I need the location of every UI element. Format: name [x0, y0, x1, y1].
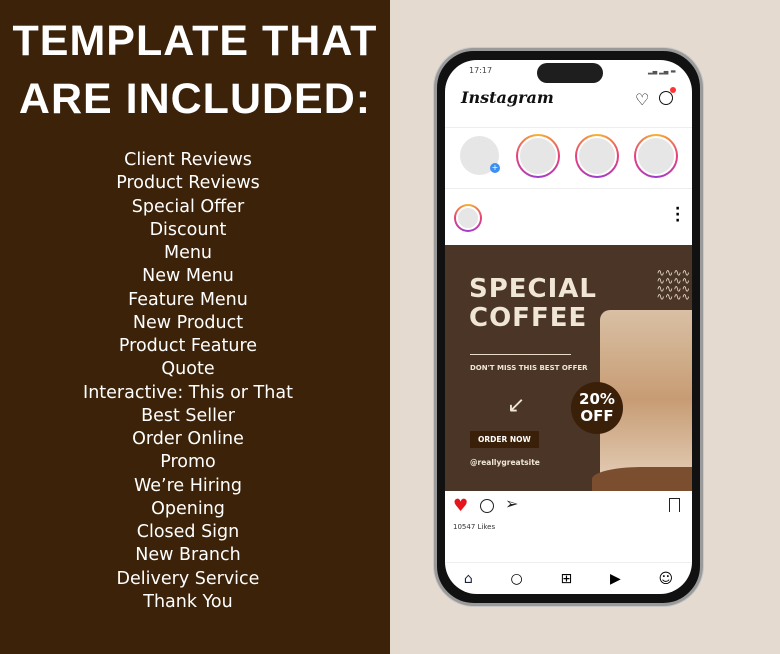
heading-line-1: TEMPLATE THAT: [12, 17, 378, 65]
template-item: Discount: [149, 219, 227, 240]
template-item: New Menu: [142, 266, 234, 287]
template-item: Quote: [161, 359, 215, 380]
post-handle: @reallygreatsite: [470, 458, 540, 467]
heading-line-2: ARE INCLUDED:: [18, 75, 372, 123]
template-item: Delivery Service: [116, 568, 260, 589]
template-item: Opening: [151, 498, 225, 519]
template-item: Closed Sign: [136, 522, 240, 542]
wood-base: [592, 467, 692, 491]
more-options-icon[interactable]: · · ·: [675, 202, 680, 228]
phone-screen: 17:17 ▂▄ ▂▄ ▬ Instagram ♡ + · · · SPECIAL …: [445, 60, 692, 594]
post-tagline: DON'T MISS THIS BEST OFFER: [470, 364, 588, 372]
discount-badge: 20% OFF: [571, 382, 623, 434]
story-avatar[interactable]: [516, 134, 560, 178]
story-avatar[interactable]: [634, 134, 678, 178]
template-item: Promo: [160, 452, 216, 473]
heart-icon[interactable]: ♡: [635, 90, 649, 109]
post-avatar[interactable]: [454, 204, 482, 232]
template-item: Product Reviews: [116, 173, 260, 194]
arrow-icon: ↙: [507, 393, 526, 418]
template-item: Order Online: [132, 429, 244, 449]
profile-icon[interactable]: ☺: [659, 571, 674, 587]
bookmark-icon[interactable]: [669, 498, 680, 512]
your-story[interactable]: +: [460, 136, 500, 175]
template-item: Product Feature: [118, 336, 258, 356]
search-icon[interactable]: ○: [511, 571, 523, 587]
template-item: We’re Hiring: [133, 475, 243, 496]
story-avatar[interactable]: [575, 134, 619, 178]
post-title-1: SPECIAL: [469, 274, 597, 304]
order-now-button: ORDER NOW: [470, 431, 539, 448]
discount-label: OFF: [580, 407, 614, 425]
template-item: Client Reviews: [124, 150, 252, 170]
post-image: SPECIAL COFFEE DON'T MISS THIS BEST OFFE…: [445, 245, 692, 491]
messenger-icon[interactable]: [659, 87, 676, 105]
reels-icon[interactable]: ▶: [610, 571, 621, 587]
post-title-2: COFFEE: [469, 303, 588, 333]
home-icon[interactable]: ⌂: [464, 571, 473, 587]
share-icon[interactable]: ➢: [505, 494, 518, 513]
phone-mockup: 17:17 ▂▄ ▂▄ ▬ Instagram ♡ + · · · SPECIAL …: [434, 48, 703, 606]
bottom-nav: ⌂ ○ ⊞ ▶ ☺: [445, 562, 692, 594]
template-item: Special Offer: [131, 196, 245, 217]
dynamic-island: [537, 63, 603, 83]
template-list: Client Reviews Product Reviews Special Off…: [0, 149, 376, 614]
heading: TEMPLATE THAT ARE INCLUDED:: [0, 12, 390, 128]
template-item: Thank You: [143, 591, 233, 612]
comment-icon[interactable]: [480, 499, 494, 513]
discount-value: 20%: [579, 390, 615, 408]
likes-count: 10547 Likes: [453, 523, 496, 531]
template-item: New Product: [132, 312, 244, 333]
template-item: Menu: [163, 243, 213, 263]
wave-decoration: ∿∿∿∿ ∿∿∿∿ ∿∿∿∿ ∿∿∿∿: [656, 268, 690, 303]
template-item: Best Seller: [141, 405, 235, 426]
template-item: Feature Menu: [128, 289, 248, 310]
like-icon[interactable]: ♥: [453, 496, 468, 516]
status-time: 17:17: [469, 66, 493, 75]
template-item: Interactive: This or That: [83, 382, 293, 403]
signal-battery-icon: ▂▄ ▂▄ ▬: [648, 68, 676, 75]
left-panel: TEMPLATE THAT ARE INCLUDED: Client Review…: [0, 0, 390, 654]
instagram-logo: Instagram: [461, 88, 554, 107]
template-item: New Branch: [135, 545, 241, 566]
add-post-icon[interactable]: ⊞: [560, 571, 572, 587]
